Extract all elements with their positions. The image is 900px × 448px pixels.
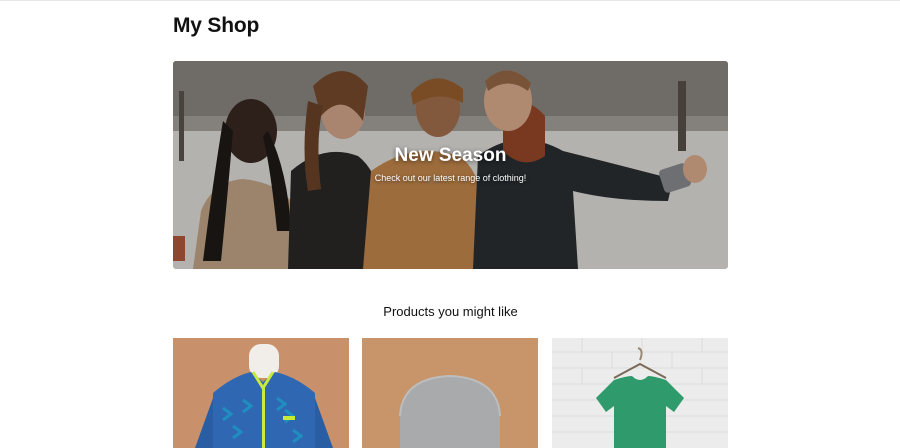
hero-title: New Season: [394, 145, 507, 166]
page-title: My Shop: [173, 14, 260, 37]
hero-subtitle: Check out our latest range of clothing!: [374, 173, 527, 183]
hero-text: New Season Check out our latest range of…: [173, 145, 728, 183]
product-card-blue-jacket[interactable]: [173, 338, 349, 448]
grey-beanie-image: [362, 338, 538, 448]
product-card-green-tshirt[interactable]: [552, 338, 728, 448]
product-grid: [173, 338, 728, 448]
products-section-title: Products you might like: [383, 304, 518, 319]
hero-banner[interactable]: New Season Check out our latest range of…: [173, 61, 728, 269]
top-border: [0, 0, 900, 1]
blue-jacket-image: [173, 338, 349, 448]
green-tshirt-image: [552, 338, 728, 448]
product-card-grey-beanie[interactable]: [362, 338, 538, 448]
